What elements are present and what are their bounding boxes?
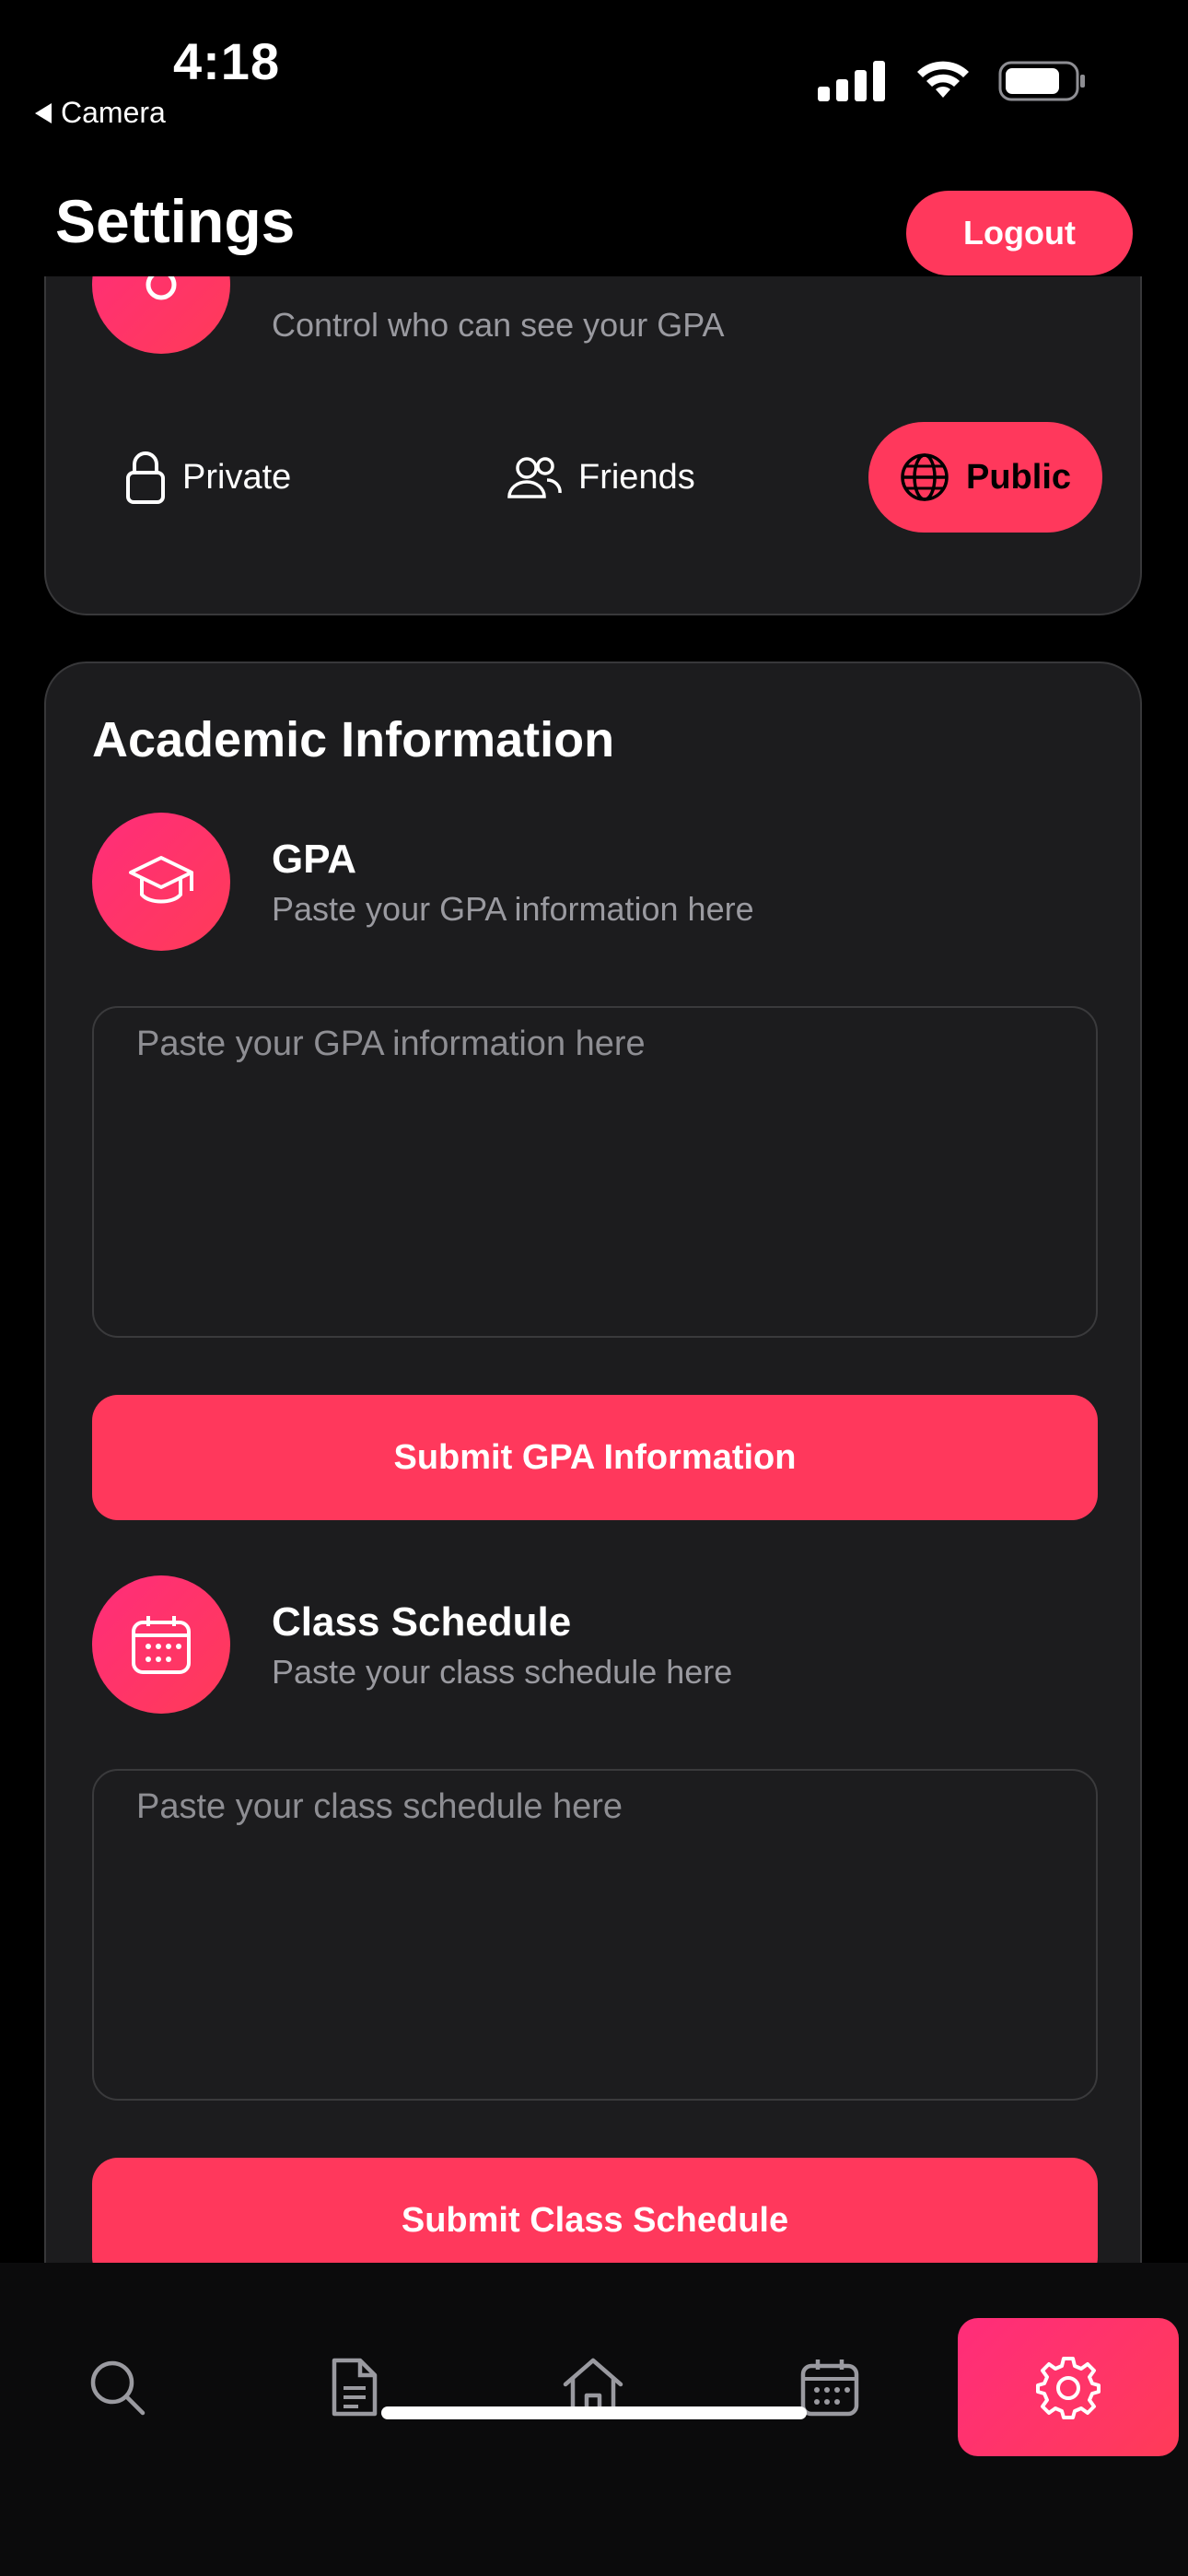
- gpa-visibility-card: Control who can see your GPA Private Fri…: [44, 276, 1142, 615]
- gpa-description: Paste your GPA information here: [272, 890, 754, 928]
- visibility-description: Control who can see your GPA: [272, 306, 725, 344]
- visibility-option-friends[interactable]: Friends: [507, 422, 695, 533]
- battery-icon: [998, 61, 1085, 101]
- tab-home[interactable]: [524, 2318, 662, 2456]
- section-title: Academic Information: [92, 712, 615, 767]
- wifi-icon: [917, 61, 969, 98]
- visibility-icon-circle: [92, 276, 230, 354]
- gpa-icon-circle: [92, 813, 230, 951]
- status-bar: 4:18 Camera: [0, 0, 1188, 166]
- visibility-options: Private Friends Public: [46, 422, 1140, 533]
- status-icons: [818, 61, 1087, 101]
- tab-search[interactable]: [48, 2318, 186, 2456]
- settings-scroll-area[interactable]: Control who can see your GPA Private Fri…: [0, 276, 1188, 2263]
- gear-icon: [1036, 2357, 1101, 2419]
- tab-documents[interactable]: [285, 2318, 424, 2456]
- calendar-icon: [800, 2359, 859, 2417]
- submit-schedule-button[interactable]: Submit Class Schedule: [92, 2158, 1098, 2263]
- home-indicator[interactable]: [381, 2406, 807, 2419]
- visibility-option-label: Public: [966, 457, 1072, 497]
- eye-icon: [146, 276, 177, 300]
- people-icon: [507, 457, 562, 498]
- bottom-tab-bar: [0, 2263, 1188, 2576]
- search-icon: [90, 2360, 146, 2416]
- visibility-option-private[interactable]: Private: [125, 422, 291, 533]
- tab-settings[interactable]: [958, 2318, 1179, 2456]
- tab-calendar[interactable]: [761, 2318, 899, 2456]
- logout-button[interactable]: Logout: [906, 191, 1133, 275]
- schedule-title: Class Schedule: [272, 1599, 572, 1645]
- visibility-option-public[interactable]: Public: [868, 422, 1103, 533]
- gpa-title: GPA: [272, 837, 357, 882]
- schedule-input[interactable]: [92, 1769, 1098, 2101]
- visibility-option-label: Private: [182, 457, 292, 497]
- calendar-icon: [132, 1616, 191, 1674]
- page-title: Settings: [55, 187, 296, 255]
- cellular-signal-icon: [818, 61, 885, 101]
- back-label: Camera: [61, 96, 166, 129]
- settings-header: Settings Logout: [0, 166, 1188, 276]
- status-time: 4:18: [173, 32, 281, 90]
- globe-icon: [901, 453, 949, 501]
- gpa-input[interactable]: [92, 1006, 1098, 1338]
- submit-gpa-button[interactable]: Submit GPA Information: [92, 1395, 1098, 1520]
- back-triangle-icon: [35, 102, 52, 123]
- academic-information-card: Academic Information GPA Paste your GPA …: [44, 662, 1142, 2263]
- document-icon: [332, 2358, 378, 2417]
- schedule-description: Paste your class schedule here: [272, 1653, 733, 1691]
- visibility-option-label: Friends: [578, 457, 695, 497]
- schedule-icon-circle: [92, 1575, 230, 1714]
- back-to-camera-link[interactable]: Camera: [35, 96, 166, 130]
- graduation-cap-icon: [129, 856, 193, 904]
- lock-icon: [126, 451, 165, 504]
